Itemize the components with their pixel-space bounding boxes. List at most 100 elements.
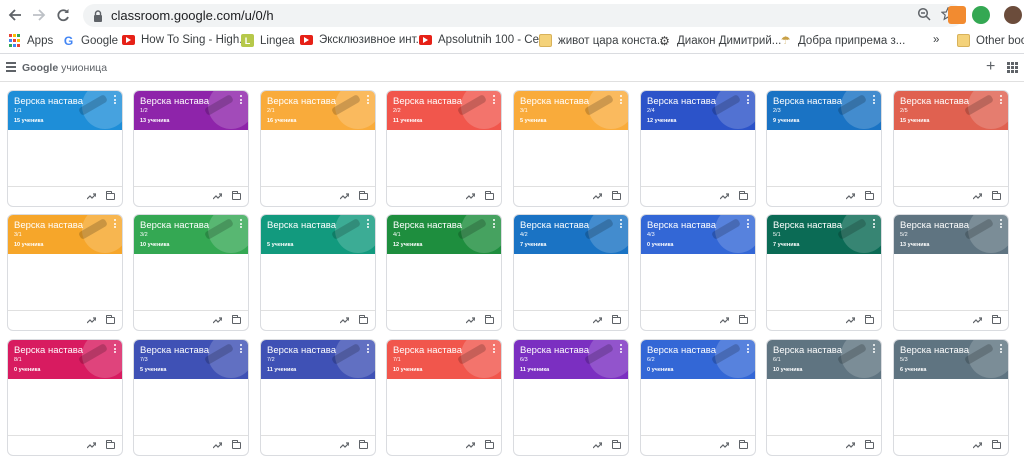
trending-icon[interactable] (466, 316, 475, 324)
class-card[interactable]: Верска настава 5/3 6 ученика (893, 339, 1009, 456)
folder-icon[interactable] (865, 315, 874, 324)
more-options-icon[interactable] (1000, 219, 1003, 228)
zoom-icon[interactable] (917, 7, 931, 24)
folder-icon[interactable] (359, 315, 368, 324)
class-banner[interactable]: Верска настава 6/3 11 ученика (514, 340, 628, 379)
more-options-icon[interactable] (1000, 95, 1003, 104)
class-banner[interactable]: Верска настава 6/2 0 ученика (641, 340, 755, 379)
class-title[interactable]: Верска настава (267, 220, 336, 231)
folder-icon[interactable] (485, 440, 494, 449)
bookmark-item[interactable]: Apps (8, 34, 53, 47)
class-card[interactable]: Верска настава 2/2 11 ученика (386, 90, 502, 207)
class-card[interactable]: Верска настава 6/3 11 ученика (513, 339, 629, 456)
folder-icon[interactable] (106, 315, 115, 324)
class-banner[interactable]: Верска настава 4/3 0 ученика (641, 215, 755, 254)
class-card[interactable]: Верска настава 5/2 13 ученика (893, 214, 1009, 331)
more-options-icon[interactable] (493, 344, 496, 353)
trending-icon[interactable] (720, 316, 729, 324)
bookmark-item[interactable]: How To Sing - High... (122, 34, 249, 46)
class-title[interactable]: Верска настава (140, 96, 209, 107)
profile-avatar[interactable] (1004, 6, 1022, 24)
hamburger-menu-icon[interactable] (6, 62, 16, 72)
trending-icon[interactable] (720, 441, 729, 449)
class-card[interactable]: Верска настава 7/2 11 ученика (260, 339, 376, 456)
google-apps-icon[interactable] (1007, 62, 1018, 73)
trending-icon[interactable] (466, 192, 475, 200)
add-class-icon[interactable]: + (986, 58, 995, 76)
bookmark-item[interactable]: живот цара конста... (539, 34, 666, 47)
class-banner[interactable]: Верска настава 2/5 15 ученика (894, 91, 1008, 130)
class-banner[interactable]: Верска настава 4/1 12 ученика (387, 215, 501, 254)
class-banner[interactable]: Верска настава 7/3 5 ученика (134, 340, 248, 379)
more-options-icon[interactable] (493, 219, 496, 228)
trending-icon[interactable] (846, 316, 855, 324)
class-banner[interactable]: Верска настава 5/3 6 ученика (894, 340, 1008, 379)
class-banner[interactable]: Верска настава 5 ученика (261, 215, 375, 254)
class-title[interactable]: Верска настава (647, 345, 716, 356)
trending-icon[interactable] (340, 192, 349, 200)
class-banner[interactable]: Верска настава 7/2 11 ученика (261, 340, 375, 379)
more-options-icon[interactable] (240, 95, 243, 104)
class-title[interactable]: Верска настава (267, 96, 336, 107)
more-options-icon[interactable] (240, 219, 243, 228)
class-banner[interactable]: Верска настава 2/4 12 ученика (641, 91, 755, 130)
class-title[interactable]: Верска настава (14, 345, 83, 356)
bookmark-item[interactable]: Other bookmarks (957, 34, 1024, 47)
bookmark-item[interactable]: ☂ Добра припрема з... (779, 34, 906, 48)
more-options-icon[interactable] (367, 95, 370, 104)
bookmark-item[interactable]: ⚙ Диакон Димитрий... (658, 34, 781, 48)
more-options-icon[interactable] (747, 219, 750, 228)
class-banner[interactable]: Верска настава 5/1 7 ученика (767, 215, 881, 254)
extension-icon[interactable] (948, 6, 966, 24)
folder-icon[interactable] (612, 440, 621, 449)
back-icon[interactable] (4, 4, 26, 26)
class-card[interactable]: Верска настава 2/4 12 ученика (640, 90, 756, 207)
lock-icon[interactable] (91, 9, 105, 23)
class-banner[interactable]: Верска настава 5/2 13 ученика (894, 215, 1008, 254)
class-title[interactable]: Верска настава (140, 345, 209, 356)
class-banner[interactable]: Верска настава 2/1 16 ученика (261, 91, 375, 130)
class-banner[interactable]: Верска настава 1/2 13 ученика (134, 91, 248, 130)
trending-icon[interactable] (846, 441, 855, 449)
class-card[interactable]: Верска настава 3/1 10 ученика (7, 214, 123, 331)
more-options-icon[interactable] (493, 95, 496, 104)
bookmark-item[interactable]: G Google (62, 34, 118, 48)
bookmark-item[interactable]: L Lingea (241, 34, 295, 47)
class-card[interactable]: Верска настава 2/3 9 ученика (766, 90, 882, 207)
folder-icon[interactable] (485, 315, 494, 324)
bookmark-item[interactable]: » (933, 34, 939, 46)
trending-icon[interactable] (466, 441, 475, 449)
more-options-icon[interactable] (240, 344, 243, 353)
trending-icon[interactable] (213, 441, 222, 449)
more-options-icon[interactable] (620, 344, 623, 353)
folder-icon[interactable] (232, 440, 241, 449)
folder-icon[interactable] (992, 315, 1001, 324)
address-bar[interactable]: classroom.google.com/u/0/h (83, 4, 963, 27)
class-card[interactable]: Верска настава 5 ученика (260, 214, 376, 331)
folder-icon[interactable] (739, 315, 748, 324)
class-title[interactable]: Верска настава (140, 220, 209, 231)
more-options-icon[interactable] (747, 95, 750, 104)
trending-icon[interactable] (593, 316, 602, 324)
class-card[interactable]: Верска настава 6/2 0 ученика (640, 339, 756, 456)
class-card[interactable]: Верска настава 2/5 15 ученика (893, 90, 1009, 207)
class-title[interactable]: Верска настава (14, 96, 83, 107)
trending-icon[interactable] (340, 441, 349, 449)
class-title[interactable]: Верска настава (520, 345, 589, 356)
class-title[interactable]: Верска настава (647, 96, 716, 107)
reload-icon[interactable] (52, 4, 74, 26)
more-options-icon[interactable] (367, 344, 370, 353)
class-title[interactable]: Верска настава (267, 345, 336, 356)
more-options-icon[interactable] (620, 95, 623, 104)
folder-icon[interactable] (232, 191, 241, 200)
trending-icon[interactable] (87, 192, 96, 200)
more-options-icon[interactable] (114, 219, 117, 228)
folder-icon[interactable] (106, 440, 115, 449)
class-card[interactable]: Верска настава 4/2 7 ученика (513, 214, 629, 331)
trending-icon[interactable] (593, 192, 602, 200)
class-card[interactable]: Верска настава 4/1 12 ученика (386, 214, 502, 331)
class-banner[interactable]: Верска настава 3/1 10 ученика (8, 215, 122, 254)
class-title[interactable]: Верска настава (773, 220, 842, 231)
class-title[interactable]: Верска настава (900, 220, 969, 231)
trending-icon[interactable] (973, 316, 982, 324)
